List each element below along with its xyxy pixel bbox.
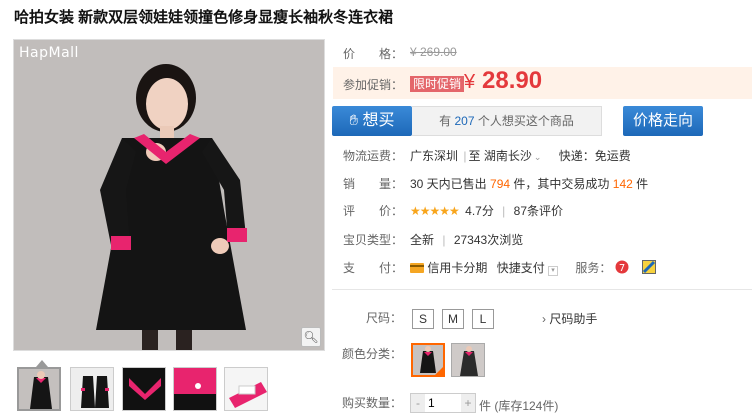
promo-price: 28.90 (482, 67, 543, 94)
thumbnail-2[interactable] (70, 367, 114, 411)
color-label: 颜色分类： (342, 347, 403, 361)
item-type-info: 全新 | 27343次浏览 (410, 231, 523, 248)
brand-logo: HapMall (19, 45, 79, 61)
thumbnail-5[interactable] (224, 367, 268, 411)
item-type-label: 宝贝类型： (343, 233, 404, 247)
chevron-down-icon[interactable]: ⌄ (534, 152, 542, 162)
svg-text:7: 7 (619, 263, 625, 274)
size-option-s[interactable]: S (412, 309, 434, 329)
want-count: 有 207 个人想买这个商品 (412, 106, 602, 136)
payment-info: 信用卡分期 快捷支付 ▾ 服务： 7 (410, 259, 657, 277)
section-divider (332, 289, 752, 290)
size-helper-link[interactable]: › 尺码助手 (542, 310, 597, 327)
main-product-image[interactable]: HapMall 🔍︎ (13, 39, 325, 351)
dropdown-icon[interactable]: ▾ (548, 266, 559, 276)
shipping-from: 广东深圳 (410, 149, 459, 163)
shipping-method: 快递：免运费 (558, 149, 631, 163)
rating-score: 4.7分 (465, 204, 494, 218)
view-count: 27343次浏览 (453, 233, 524, 247)
thumbnail-4[interactable] (173, 367, 217, 411)
selected-check-icon (434, 366, 443, 375)
sales-success-count: 142 (612, 177, 633, 191)
thumbnail-1[interactable] (17, 367, 61, 411)
quick-pay[interactable]: 快捷支付 (497, 261, 545, 275)
product-title: 哈拍女装 新款双层领娃娃领撞色修身显瘦长袖秋冬连衣裙 (14, 9, 394, 26)
separator: | (463, 149, 467, 163)
sales-label: 销 量： (343, 177, 404, 191)
separator: | (502, 204, 506, 218)
quantity-stepper[interactable]: - + (410, 393, 476, 413)
credit-installment[interactable]: 信用卡分期 (427, 261, 487, 275)
thumbnail-pointer (36, 360, 48, 367)
size-helper-label: 尺码助手 (549, 312, 598, 326)
quantity-label: 购买数量： (342, 396, 403, 410)
size-label: 尺码： (366, 311, 403, 325)
separator: | (442, 233, 446, 247)
promo-badge: 限时促销 (410, 76, 465, 92)
want-button[interactable]: ✋︎ 想买 (332, 106, 412, 136)
sales-sold-count: 794 (490, 177, 511, 191)
service-label: 服务： (575, 261, 612, 275)
price-label: 价 格： (343, 47, 404, 61)
promo-label: 参加促销： (343, 78, 404, 92)
rating-info: ★★★★★ 4.7分 | 87条评价 (410, 202, 563, 219)
shipping-label: 物流运费： (343, 149, 404, 163)
quantity-input[interactable] (426, 395, 460, 411)
size-option-l[interactable]: L (472, 309, 494, 329)
sales-mid: 件，其中交易成功 (513, 177, 610, 191)
thumbnail-3[interactable] (122, 367, 166, 411)
seven-day-return-icon[interactable]: 7 (615, 260, 629, 277)
star-rating-icon: ★★★★★ (410, 204, 460, 218)
color-swatch-black[interactable] (411, 343, 445, 377)
quantity-minus-button[interactable]: - (411, 394, 425, 412)
size-option-m[interactable]: M (442, 309, 464, 329)
item-condition: 全新 (410, 233, 435, 247)
currency-symbol: ¥ (464, 71, 476, 93)
shipping-info: 广东深圳 | 至 湖南长沙 ⌄ 快递：免运费 (410, 147, 631, 164)
sales-prefix: 30 天内已售出 (410, 177, 487, 191)
hand-icon: ✋︎ (349, 112, 359, 129)
chevron-right-icon: › (542, 312, 546, 326)
rating-count-link[interactable]: 87条评价 (514, 204, 563, 218)
want-count-number[interactable]: 207 (454, 114, 474, 128)
shipping-destination-select[interactable]: 湖南长沙 (484, 149, 532, 163)
want-button-label: 想买 (362, 112, 395, 129)
original-price: ¥ 269.00 (410, 45, 457, 59)
sales-info: 30 天内已售出 794 件，其中交易成功 142 件 (410, 175, 648, 192)
rating-label: 评 价： (343, 204, 404, 218)
sales-suffix: 件 (636, 177, 649, 191)
magnifier-icon[interactable]: 🔍︎ (301, 327, 321, 347)
stock-info: 件 (库存124件) (479, 399, 559, 413)
payment-label: 支 付： (343, 261, 404, 275)
quantity-plus-button[interactable]: + (461, 394, 475, 412)
color-swatch-alt[interactable] (451, 343, 485, 377)
credit-card-icon (410, 262, 424, 277)
shipping-to-prefix: 至 (468, 149, 481, 163)
want-count-suffix: 个人想买这个商品 (477, 114, 574, 128)
dress-model-illustration (14, 40, 324, 350)
want-count-prefix: 有 (439, 114, 452, 128)
guarantee-icon[interactable] (642, 260, 657, 277)
price-trend-button[interactable]: 价格走向 (623, 106, 703, 136)
